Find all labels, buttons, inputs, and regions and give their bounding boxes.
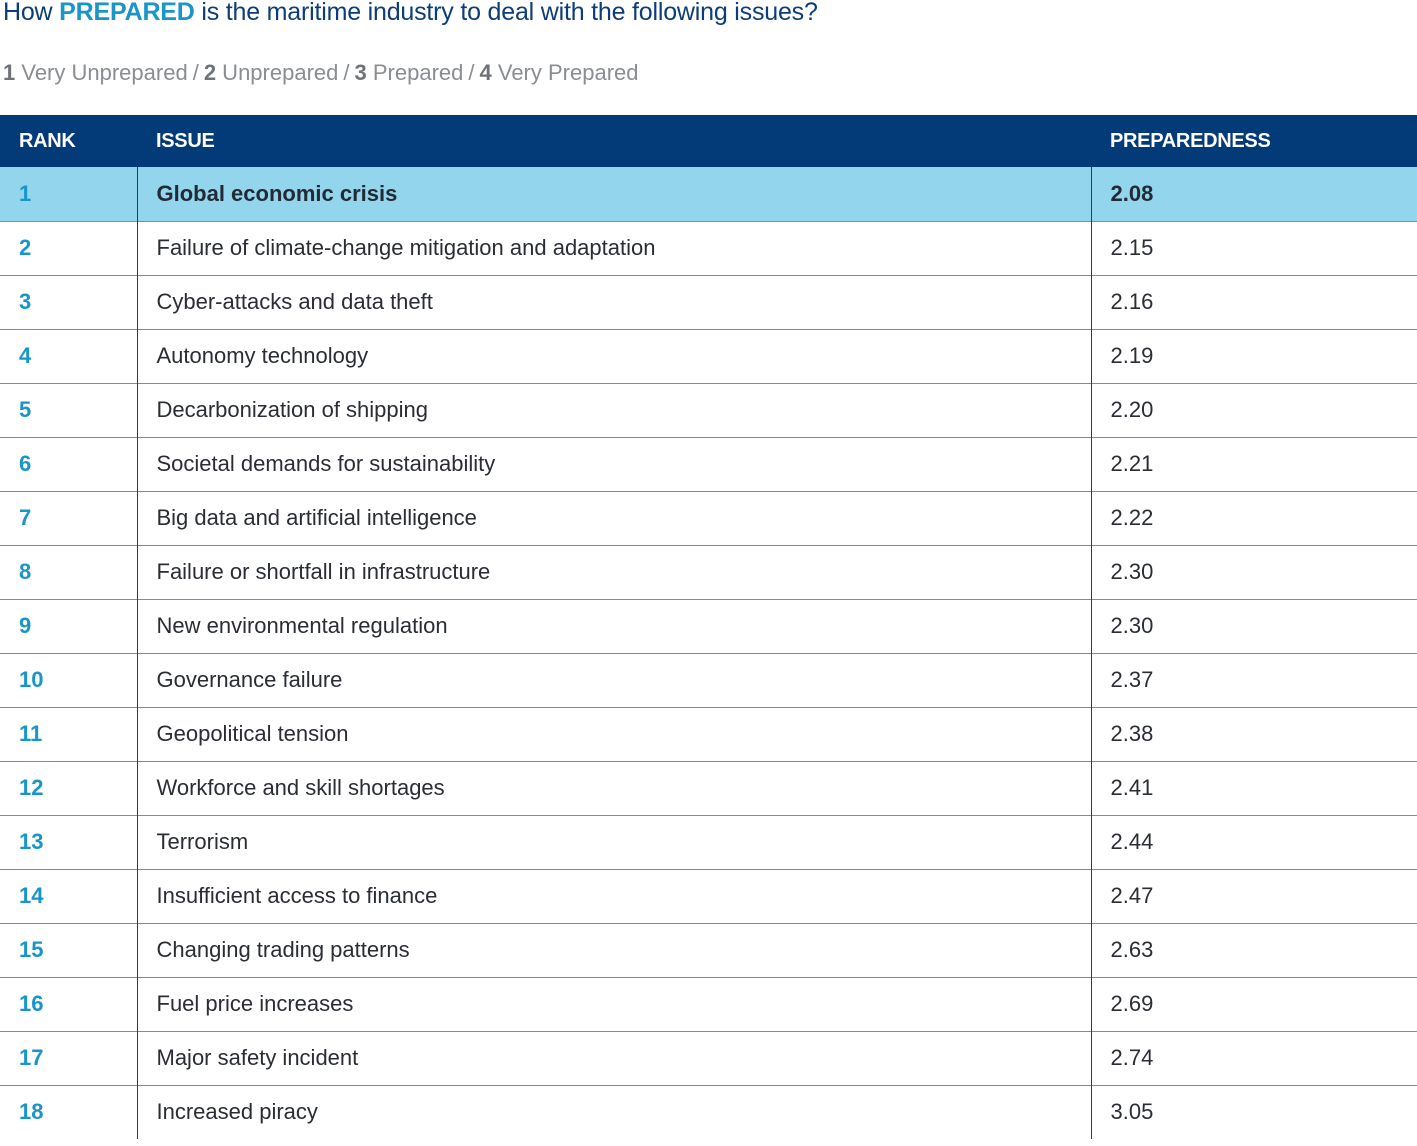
column-header-issue: ISSUE	[156, 129, 215, 152]
preparedness-cell: 2.30	[1110, 559, 1154, 584]
rating-scale-legend: 1 Very Unprepared/2 Unprepared/3 Prepare…	[3, 60, 639, 86]
issue-cell: Changing trading patterns	[137, 923, 1092, 977]
rank-cell: 2	[0, 221, 138, 275]
rank-cell: 1	[0, 167, 138, 221]
scale-separator: /	[468, 60, 475, 85]
preparedness-cell: 3.05	[1110, 1099, 1154, 1125]
preparedness-ranking-table: RANK ISSUE PREPAREDNESS 1 Global economic…	[0, 115, 1417, 1139]
table-row: 3 Cyber-attacks and data theft 2.16	[0, 275, 1417, 329]
column-header-rank: RANK	[19, 129, 76, 152]
table-row: 11 Geopolitical tension 2.38	[0, 707, 1417, 761]
title-suffix: is the maritime industry to deal with th…	[194, 0, 818, 26]
table-row: 17 Major safety incident 2.74	[0, 1031, 1417, 1085]
rank-cell: 10	[0, 653, 138, 707]
rank-cell: 13	[0, 815, 138, 869]
preparedness-cell: 2.21	[1110, 451, 1154, 476]
preparedness-cell: 2.22	[1110, 505, 1154, 530]
table-row: 13 Terrorism 2.44	[0, 815, 1417, 869]
table-header: RANK ISSUE PREPAREDNESS	[0, 115, 1417, 167]
preparedness-cell: 2.44	[1110, 829, 1154, 854]
rank-cell: 5	[0, 383, 138, 437]
preparedness-cell: 2.41	[1110, 775, 1154, 800]
table-row: 16 Fuel price increases 2.69	[0, 977, 1417, 1031]
issue-cell: Failure of climate-change mitigation and…	[137, 221, 1092, 275]
rank-cell: 17	[0, 1031, 138, 1085]
rank-cell: 15	[0, 923, 138, 977]
preparedness-cell: 2.47	[1110, 883, 1154, 908]
table-row: 9 New environmental regulation 2.30	[0, 599, 1417, 653]
rank-cell: 11	[0, 707, 138, 761]
scale-item: 3 Prepared	[355, 60, 464, 85]
table-row: 6 Societal demands for sustainability 2.21	[0, 437, 1417, 491]
column-header-preparedness: PREPAREDNESS	[1110, 129, 1271, 152]
scale-number: 3	[354, 60, 367, 85]
scale-item: 1 Very Unprepared	[3, 60, 188, 85]
preparedness-cell: 2.74	[1110, 1045, 1154, 1070]
issue-cell: Fuel price increases	[137, 977, 1092, 1031]
scale-label: Very Prepared	[491, 60, 639, 85]
issue-cell: Governance failure	[137, 653, 1092, 707]
preparedness-cell: 2.30	[1110, 613, 1154, 638]
issue-cell: Societal demands for sustainability	[137, 437, 1092, 491]
table-row: 12 Workforce and skill shortages 2.41	[0, 761, 1417, 815]
rank-cell: 8	[0, 545, 138, 599]
rank-cell: 3	[0, 275, 138, 329]
preparedness-cell: 2.19	[1110, 343, 1154, 368]
preparedness-cell: 2.08	[1110, 180, 1154, 206]
issue-cell: Global economic crisis	[137, 167, 1092, 221]
issue-cell: Major safety incident	[137, 1031, 1092, 1085]
rank-cell: 16	[0, 977, 138, 1031]
issue-cell: Geopolitical tension	[137, 707, 1092, 761]
preparedness-cell: 2.38	[1110, 721, 1154, 746]
scale-label: Prepared	[366, 60, 464, 85]
issue-cell: Cyber-attacks and data theft	[137, 275, 1092, 329]
scale-label: Unprepared	[216, 60, 339, 85]
table-row: 8 Failure or shortfall in infrastructure 2…	[0, 545, 1417, 599]
scale-label: Very Unprepared	[15, 60, 188, 85]
issue-cell: Failure or shortfall in infrastructure	[137, 545, 1092, 599]
table-row: 2 Failure of climate-change mitigation an…	[0, 221, 1417, 275]
issue-cell: New environmental regulation	[137, 599, 1092, 653]
table-row: 1 Global economic crisis 2.08	[0, 167, 1417, 221]
table-row: 7 Big data and artificial intelligence 2.2…	[0, 491, 1417, 545]
scale-number: 1	[3, 60, 16, 85]
table-header-row: RANK ISSUE PREPAREDNESS	[0, 115, 1417, 167]
issue-cell: Decarbonization of shipping	[137, 383, 1092, 437]
rank-cell: 4	[0, 329, 138, 383]
preparedness-cell: 2.63	[1110, 937, 1154, 962]
issue-cell: Autonomy technology	[137, 329, 1092, 383]
rank-cell: 12	[0, 761, 138, 815]
rank-cell: 9	[0, 599, 138, 653]
scale-separator: /	[192, 60, 199, 85]
scale-item: 4 Very Prepared	[480, 60, 639, 85]
title-highlight: PREPARED	[59, 0, 195, 26]
rank-cell: 7	[0, 491, 138, 545]
table-row: 10 Governance failure 2.37	[0, 653, 1417, 707]
issue-cell: Increased piracy	[137, 1085, 1092, 1139]
table-row: 4 Autonomy technology 2.19	[0, 329, 1417, 383]
scale-item: 2 Unprepared	[204, 60, 339, 85]
preparedness-cell: 2.20	[1110, 397, 1154, 422]
issue-cell: Terrorism	[137, 815, 1092, 869]
rank-cell: 14	[0, 869, 138, 923]
table-row: 14 Insufficient access to finance 2.47	[0, 869, 1417, 923]
page-title: How PREPARED is the maritime industry to…	[3, 0, 818, 27]
preparedness-cell: 2.69	[1110, 991, 1154, 1016]
table-row: 18 Increased piracy 3.05	[0, 1085, 1417, 1139]
preparedness-cell: 2.37	[1110, 667, 1154, 692]
table-body: 1 Global economic crisis 2.08 2 Failure of c…	[0, 167, 1417, 1139]
table-row: 15 Changing trading patterns 2.63	[0, 923, 1417, 977]
scale-number: 2	[203, 60, 217, 85]
scale-separator: /	[343, 60, 350, 85]
scale-number: 4	[479, 60, 492, 85]
title-prefix: How	[3, 0, 60, 26]
issue-cell: Big data and artificial intelligence	[137, 491, 1092, 545]
rank-cell: 6	[0, 437, 138, 491]
issue-cell: Insufficient access to finance	[137, 869, 1092, 923]
issue-cell: Workforce and skill shortages	[137, 761, 1092, 815]
table-row: 5 Decarbonization of shipping 2.20	[0, 383, 1417, 437]
preparedness-cell: 2.15	[1110, 235, 1154, 260]
rank-cell: 18	[0, 1085, 138, 1139]
preparedness-cell: 2.16	[1110, 289, 1154, 314]
